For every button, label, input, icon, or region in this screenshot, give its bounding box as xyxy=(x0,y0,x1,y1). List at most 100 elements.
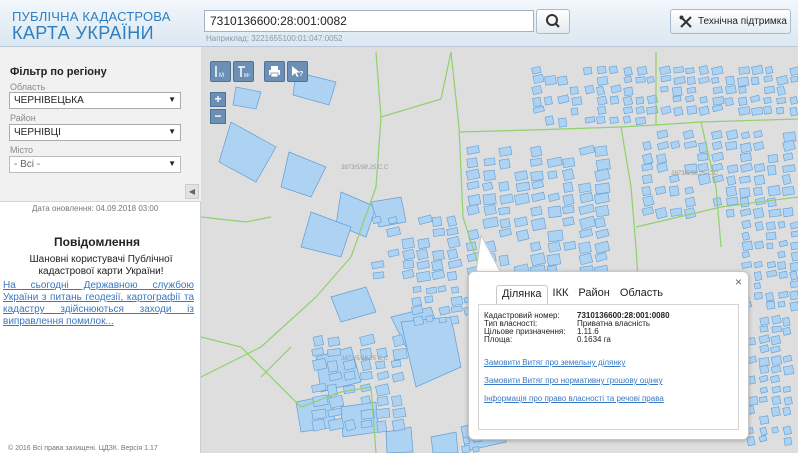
land-parcel[interactable] xyxy=(530,145,543,158)
land-parcel[interactable] xyxy=(360,371,373,381)
land-parcel[interactable] xyxy=(609,95,620,105)
land-parcel[interactable] xyxy=(532,97,542,108)
land-parcel[interactable] xyxy=(759,325,769,333)
land-parcel[interactable] xyxy=(411,296,422,307)
land-parcel[interactable] xyxy=(623,86,634,97)
land-parcel[interactable] xyxy=(562,181,574,193)
land-parcel[interactable] xyxy=(531,84,543,96)
land-parcel[interactable] xyxy=(767,154,779,164)
land-parcel[interactable] xyxy=(782,326,792,336)
land-parcel[interactable] xyxy=(770,406,781,417)
land-parcel[interactable] xyxy=(431,259,444,272)
land-parcel[interactable] xyxy=(684,196,696,208)
land-parcel[interactable] xyxy=(699,96,708,104)
land-parcel[interactable] xyxy=(343,370,356,381)
land-parcel[interactable] xyxy=(344,418,356,432)
land-parcel[interactable] xyxy=(789,301,798,312)
land-parcel[interactable] xyxy=(425,314,434,323)
land-parcel[interactable] xyxy=(498,146,513,157)
land-parcel[interactable] xyxy=(635,116,646,126)
land-parcel[interactable] xyxy=(765,221,776,231)
land-parcel[interactable] xyxy=(789,280,798,289)
land-parcel[interactable] xyxy=(529,157,543,167)
oblast-select[interactable]: ЧЕРНІВЕЦЬКА ▼ xyxy=(9,92,181,109)
land-parcel[interactable] xyxy=(741,219,752,230)
order-valuation-extract-link[interactable]: Замовити Витяг про нормативну грошову оц… xyxy=(484,376,663,385)
land-parcel[interactable] xyxy=(758,396,768,403)
land-parcel[interactable] xyxy=(584,84,595,95)
land-parcel[interactable] xyxy=(327,336,341,347)
land-parcel[interactable] xyxy=(596,115,606,125)
search-button[interactable] xyxy=(536,9,570,34)
land-parcel[interactable] xyxy=(767,184,781,197)
land-parcel[interactable] xyxy=(789,261,798,272)
land-parcel[interactable] xyxy=(391,395,403,407)
land-parcel[interactable] xyxy=(768,208,782,218)
land-parcel[interactable] xyxy=(596,95,608,106)
land-parcel[interactable] xyxy=(466,157,479,169)
land-parcel[interactable] xyxy=(546,253,562,267)
land-parcel[interactable] xyxy=(432,249,445,261)
land-parcel[interactable] xyxy=(763,75,773,83)
zoom-in-button[interactable]: + xyxy=(210,92,226,107)
land-parcel[interactable] xyxy=(753,186,763,196)
land-parcel[interactable] xyxy=(766,197,777,208)
land-parcel[interactable] xyxy=(673,66,684,74)
land-parcel[interactable] xyxy=(685,67,695,75)
close-icon[interactable]: × xyxy=(735,275,742,289)
land-parcel[interactable] xyxy=(622,106,634,115)
land-parcel[interactable] xyxy=(726,196,739,206)
land-parcel[interactable] xyxy=(483,169,496,181)
land-parcel[interactable] xyxy=(583,66,593,76)
land-parcel[interactable] xyxy=(775,106,785,115)
land-parcel[interactable] xyxy=(375,360,386,370)
land-parcel[interactable] xyxy=(753,163,766,173)
land-parcel[interactable] xyxy=(530,217,547,232)
land-parcel[interactable] xyxy=(697,152,709,162)
land-parcel[interactable] xyxy=(372,271,385,280)
land-parcel[interactable] xyxy=(754,240,765,250)
land-parcel[interactable] xyxy=(326,348,342,357)
land-parcel[interactable] xyxy=(781,174,792,185)
land-parcel[interactable] xyxy=(596,105,607,116)
land-parcel[interactable] xyxy=(764,65,774,75)
land-parcel[interactable] xyxy=(417,237,431,250)
land-parcel[interactable] xyxy=(635,76,646,84)
land-parcel[interactable] xyxy=(498,181,510,192)
identify-button[interactable]: ? xyxy=(287,61,308,82)
tab-parcel[interactable]: Ділянка xyxy=(496,285,548,304)
land-parcel[interactable] xyxy=(725,208,735,218)
land-parcel[interactable] xyxy=(753,174,766,186)
land-parcel[interactable] xyxy=(782,164,796,173)
land-parcel[interactable] xyxy=(544,115,555,126)
land-parcel[interactable] xyxy=(578,241,592,255)
land-parcel[interactable] xyxy=(763,96,772,104)
land-parcel[interactable] xyxy=(641,163,654,172)
land-parcel[interactable] xyxy=(686,86,697,94)
land-parcel[interactable] xyxy=(726,175,737,186)
land-parcel[interactable] xyxy=(684,186,694,195)
land-parcel[interactable] xyxy=(375,407,391,419)
land-parcel[interactable] xyxy=(739,152,752,163)
land-parcel[interactable] xyxy=(437,285,447,293)
land-parcel[interactable] xyxy=(451,286,460,294)
land-parcel[interactable] xyxy=(698,65,709,76)
land-parcel[interactable] xyxy=(596,65,607,75)
land-parcel[interactable] xyxy=(771,314,782,325)
land-parcel[interactable] xyxy=(609,116,619,124)
print-button[interactable] xyxy=(264,61,285,82)
land-parcel[interactable] xyxy=(751,64,764,76)
land-parcel[interactable] xyxy=(571,96,583,106)
land-parcel[interactable] xyxy=(765,300,776,310)
land-parcel[interactable] xyxy=(431,216,443,227)
support-button[interactable]: Технічна підтримка xyxy=(670,9,791,34)
land-parcel[interactable] xyxy=(392,407,407,419)
land-parcel[interactable] xyxy=(739,142,753,154)
land-parcel[interactable] xyxy=(669,207,683,217)
site-logo[interactable]: ПУБЛІЧНА КАДАСТРОВА КАРТА УКРАЇНИ xyxy=(12,10,171,42)
land-parcel[interactable] xyxy=(416,270,431,283)
ownership-info-link[interactable]: Інформація про право власності та речові… xyxy=(484,394,664,403)
land-parcel[interactable] xyxy=(751,106,764,116)
land-parcel[interactable] xyxy=(737,96,748,106)
land-parcel[interactable] xyxy=(596,75,609,86)
